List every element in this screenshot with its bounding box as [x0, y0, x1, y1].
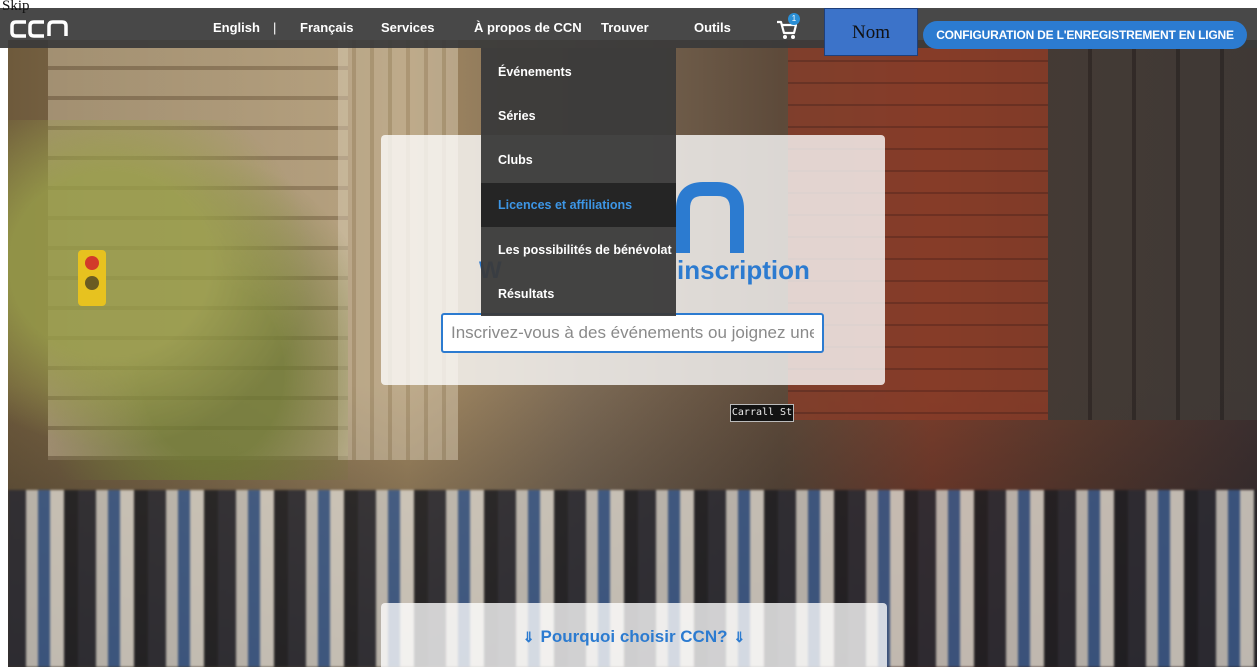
cart-count-badge: 1 — [788, 13, 800, 25]
nav-about[interactable]: À propos de CCN — [474, 20, 582, 35]
menu-item-licences[interactable]: Licences et affiliations — [481, 183, 676, 227]
nav-english[interactable]: English — [213, 20, 260, 35]
why-ccn-row: ⇓ Pourquoi choisir CCN? ⇓ — [381, 627, 887, 647]
nav-tools[interactable]: Outils — [694, 20, 731, 35]
about-dropdown-menu: Événements Séries Clubs Licences et affi… — [481, 48, 676, 316]
dark-building — [1048, 40, 1257, 420]
ccn-logo[interactable] — [10, 18, 70, 40]
online-registration-config-button[interactable]: CONFIGURATION DE L'ENREGISTREMENT EN LIG… — [923, 21, 1247, 49]
registration-search-input[interactable] — [441, 313, 824, 353]
double-chevron-down-icon: ⇓ — [733, 629, 746, 645]
double-chevron-down-icon: ⇓ — [522, 629, 535, 645]
nav-find[interactable]: Trouver — [601, 20, 649, 35]
nav-services[interactable]: Services — [381, 20, 435, 35]
menu-item-volunteer[interactable]: Les possibilités de bénévolat — [481, 228, 676, 272]
street-sign: Carrall St — [730, 404, 794, 422]
nav-separator: | — [273, 20, 277, 35]
top-nav-bar: English | Français Services À propos de … — [0, 8, 1257, 49]
menu-item-clubs[interactable]: Clubs — [481, 138, 676, 182]
trees — [8, 120, 348, 480]
menu-item-events[interactable]: Événements — [481, 50, 676, 94]
why-ccn-label: Pourquoi choisir CCN? — [540, 627, 728, 646]
ccn-logo-large — [676, 182, 744, 253]
name-button[interactable]: Nom — [824, 8, 918, 56]
traffic-light — [78, 250, 106, 306]
menu-item-results[interactable]: Résultats — [481, 272, 676, 316]
skip-link[interactable]: Skip — [2, 0, 30, 15]
nav-francais[interactable]: Français — [300, 20, 353, 35]
card-title: inscription — [677, 255, 810, 285]
why-ccn-bar[interactable]: ⇓ Pourquoi choisir CCN? ⇓ — [381, 603, 887, 667]
menu-item-series[interactable]: Séries — [481, 94, 676, 138]
